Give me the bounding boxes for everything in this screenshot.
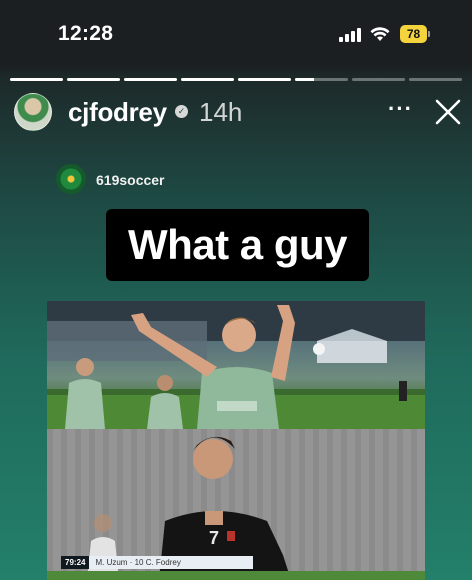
match-clock: 79:24 <box>61 556 90 569</box>
status-time: 12:28 <box>58 22 114 45</box>
reshared-post-header[interactable]: 619soccer <box>56 164 256 196</box>
story-progress-segment <box>67 78 120 81</box>
avatar[interactable] <box>14 93 52 131</box>
story-header: cjfodrey ✓ 14h ··· <box>14 92 464 132</box>
story-progress-segment <box>124 78 177 81</box>
post-photo-player[interactable]: 7 79:24 M. Uzum · 10 C. Fodrey <box>47 429 425 580</box>
close-icon[interactable] <box>434 98 462 126</box>
wifi-icon <box>370 27 390 41</box>
story-progress-segment <box>238 78 291 81</box>
verified-badge-icon: ✓ <box>175 105 188 118</box>
story-progress-segment <box>352 78 405 81</box>
more-options-icon[interactable]: ··· <box>388 98 412 122</box>
story-time-ago: 14h <box>199 97 243 127</box>
story-progress-segment <box>181 78 234 81</box>
story-username[interactable]: cjfodrey <box>68 97 167 128</box>
signal-icon <box>339 28 361 42</box>
celebration-photo-image <box>47 301 425 429</box>
battery-icon: 78 <box>400 25 430 43</box>
story-progress-segment <box>295 78 348 81</box>
story-caption-sticker: What a guy <box>106 209 369 281</box>
story-progress-segment <box>409 78 462 81</box>
match-scorebar: 79:24 M. Uzum · 10 C. Fodrey <box>61 556 253 569</box>
post-username[interactable]: 619soccer <box>96 172 165 188</box>
scorebar-players: M. Uzum · 10 C. Fodrey <box>95 558 181 567</box>
post-photo-celebration[interactable] <box>47 301 425 429</box>
svg-text:7: 7 <box>209 528 219 548</box>
status-bar: 12:28 78 <box>0 0 472 66</box>
post-avatar[interactable] <box>56 164 86 194</box>
story-progress <box>10 78 462 81</box>
story-progress-segment <box>10 78 63 81</box>
battery-level: 78 <box>400 25 427 43</box>
